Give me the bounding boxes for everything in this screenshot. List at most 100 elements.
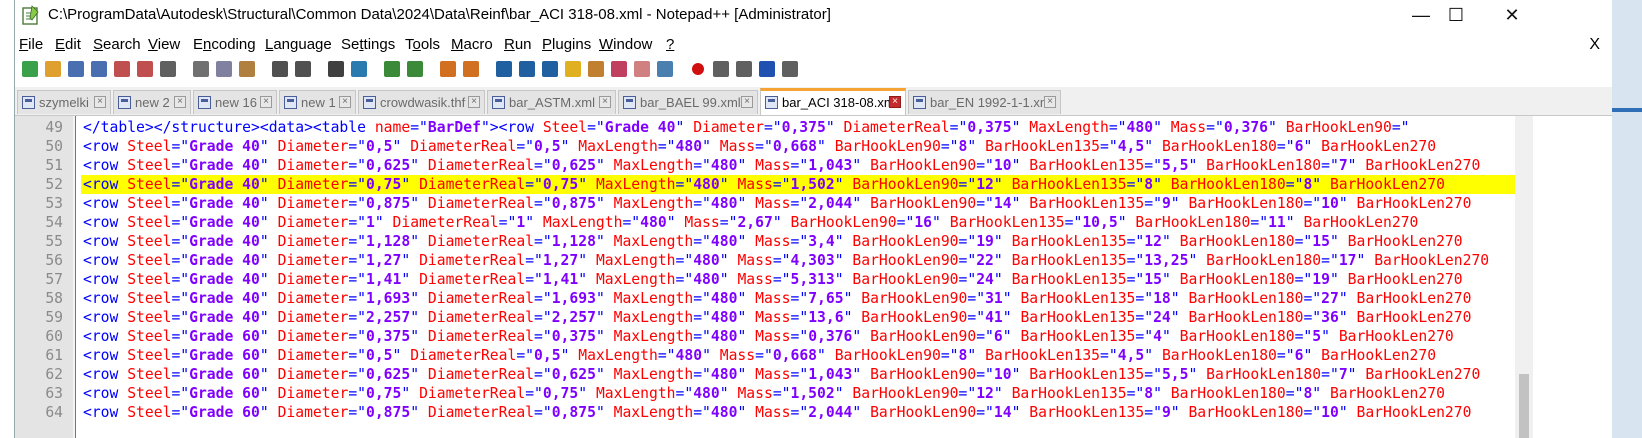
menu-view[interactable]: View <box>148 36 180 53</box>
menu-language[interactable]: Language <box>265 36 332 53</box>
tab-close-icon[interactable]: × <box>741 96 753 108</box>
record-macro-button[interactable] <box>688 59 708 79</box>
indent-guide-button[interactable] <box>540 59 560 79</box>
maximize-button[interactable]: ☐ <box>1433 0 1479 30</box>
menu-settings[interactable]: Settings <box>341 36 395 53</box>
folder-workspace-button[interactable] <box>632 59 652 79</box>
tab-close-icon[interactable]: × <box>174 96 186 108</box>
editor[interactable]: 49 </table></structure><data><table name=… <box>15 116 1612 438</box>
menu-search[interactable]: Search <box>93 36 141 53</box>
line-text[interactable]: <row Steel="Grade 40" Diameter="0,75" Di… <box>81 175 1517 194</box>
line-text[interactable]: <row Steel="Grade 40" Diameter="0,5" Dia… <box>81 137 1517 156</box>
line-text[interactable]: <row Steel="Grade 40" Diameter="0,625" D… <box>81 156 1517 175</box>
line-text[interactable]: <row Steel="Grade 40" Diameter="1,27" Di… <box>81 251 1517 270</box>
tab-bar-bael-99-xml[interactable]: bar_BAEL 99.xml × <box>618 90 758 114</box>
menu-edit[interactable]: Edit <box>55 36 81 53</box>
zoom-in-button[interactable] <box>382 59 402 79</box>
menu-encoding[interactable]: Encoding <box>193 36 256 53</box>
tab-close-icon[interactable]: × <box>339 96 351 108</box>
tab-crowdwasik-thf[interactable]: crowdwasik.thf × <box>358 90 485 114</box>
line-text[interactable]: <row Steel="Grade 60" Diameter="0,625" D… <box>81 365 1517 384</box>
menu-close-document-button[interactable]: X <box>1589 36 1600 54</box>
menu-tools[interactable]: Tools <box>405 36 440 53</box>
vertical-scrollbar[interactable] <box>1515 116 1533 438</box>
save-all-button[interactable] <box>89 59 109 79</box>
code-line[interactable]: 56 <row Steel="Grade 40" Diameter="1,27" … <box>15 251 1515 270</box>
save-macro-button[interactable] <box>780 59 800 79</box>
tab-new-2[interactable]: new 2 × <box>113 90 191 114</box>
line-text[interactable]: <row Steel="Grade 60" Diameter="0,875" D… <box>81 403 1517 422</box>
line-text[interactable]: <row Steel="Grade 40" Diameter="0,875" D… <box>81 194 1517 213</box>
zoom-out-button[interactable] <box>405 59 425 79</box>
paste-button[interactable] <box>237 59 257 79</box>
run-macro-multiple-button[interactable] <box>757 59 777 79</box>
monitoring-button[interactable] <box>655 59 675 79</box>
new-file-button[interactable] <box>20 59 40 79</box>
code-line[interactable]: 52 <row Steel="Grade 40" Diameter="0,75" … <box>15 175 1517 194</box>
code-line[interactable]: 60 <row Steel="Grade 60" Diameter="0,375"… <box>15 327 1515 346</box>
tab-bar-astm-xml[interactable]: bar_ASTM.xml × <box>487 90 616 114</box>
code-line[interactable]: 58 <row Steel="Grade 40" Diameter="1,693"… <box>15 289 1515 308</box>
line-text[interactable]: <row Steel="Grade 60" Diameter="0,75" Di… <box>81 384 1517 403</box>
tab-close-icon[interactable]: × <box>889 96 901 108</box>
tab-bar-aci-318-08-xml[interactable]: bar_ACI 318-08.xml × <box>760 88 906 115</box>
line-text[interactable]: <row Steel="Grade 40" Diameter="1" Diame… <box>81 213 1517 232</box>
code-line[interactable]: 57 <row Steel="Grade 40" Diameter="1,41" … <box>15 270 1515 289</box>
tab-close-icon[interactable]: × <box>260 96 272 108</box>
redo-button[interactable] <box>293 59 313 79</box>
sync-vertical-button[interactable] <box>438 59 458 79</box>
udl-button[interactable] <box>563 59 583 79</box>
code-line[interactable]: 61 <row Steel="Grade 60" Diameter="0,5" D… <box>15 346 1515 365</box>
undo-button[interactable] <box>270 59 290 79</box>
code-line[interactable]: 54 <row Steel="Grade 40" Diameter="1" Dia… <box>15 213 1515 232</box>
code-line[interactable]: 55 <row Steel="Grade 40" Diameter="1,128"… <box>15 232 1515 251</box>
tab-close-icon[interactable]: × <box>599 96 611 108</box>
stop-macro-button[interactable] <box>711 59 731 79</box>
code-line[interactable]: 49 </table></structure><data><table name=… <box>15 118 1515 137</box>
menu-file[interactable]: File <box>19 36 43 53</box>
copy-button[interactable] <box>214 59 234 79</box>
save-button[interactable] <box>66 59 86 79</box>
tab-new-1[interactable]: new 1 × <box>279 90 356 114</box>
code-line[interactable]: 63 <row Steel="Grade 60" Diameter="0,75" … <box>15 384 1515 403</box>
tab-new-16[interactable]: new 16 × <box>193 90 277 114</box>
code-line[interactable]: 51 <row Steel="Grade 40" Diameter="0,625"… <box>15 156 1515 175</box>
function-list-button[interactable] <box>609 59 629 79</box>
tab-szymelki[interactable]: szymelki × <box>17 90 111 114</box>
menu-macro[interactable]: Macro <box>451 36 493 53</box>
title-bar[interactable]: C:\ProgramData\Autodesk\Structural\Commo… <box>15 0 1612 30</box>
line-text[interactable]: <row Steel="Grade 40" Diameter="1,693" D… <box>81 289 1517 308</box>
line-text[interactable]: <row Steel="Grade 40" Diameter="2,257" D… <box>81 308 1517 327</box>
menu-window[interactable]: Window <box>599 36 652 53</box>
play-macro-button[interactable] <box>734 59 754 79</box>
doc-map-button[interactable] <box>586 59 606 79</box>
tab-close-icon[interactable]: × <box>1044 96 1056 108</box>
open-file-button[interactable] <box>43 59 63 79</box>
show-all-chars-button[interactable] <box>517 59 537 79</box>
line-text[interactable]: <row Steel="Grade 60" Diameter="0,375" D… <box>81 327 1517 346</box>
menu-plugins[interactable]: Plugins <box>542 36 591 53</box>
close-button[interactable] <box>112 59 132 79</box>
code-line[interactable]: 59 <row Steel="Grade 40" Diameter="2,257"… <box>15 308 1515 327</box>
code-line[interactable]: 64 <row Steel="Grade 60" Diameter="0,875"… <box>15 403 1515 422</box>
tab-close-icon[interactable]: × <box>94 96 106 108</box>
line-text[interactable]: </table></structure><data><table name="B… <box>81 118 1517 137</box>
line-text[interactable]: <row Steel="Grade 40" Diameter="1,41" Di… <box>81 270 1517 289</box>
find-button[interactable] <box>326 59 346 79</box>
menu-run[interactable]: Run <box>504 36 532 53</box>
word-wrap-button[interactable] <box>494 59 514 79</box>
scrollbar-thumb[interactable] <box>1519 374 1529 438</box>
tab-close-icon[interactable]: × <box>468 96 480 108</box>
close-all-button[interactable] <box>135 59 155 79</box>
tab-bar-en-1992-1-1-xml[interactable]: bar_EN 1992-1-1.xml × <box>908 90 1061 114</box>
code-line[interactable]: 50 <row Steel="Grade 40" Diameter="0,5" D… <box>15 137 1515 156</box>
code-line[interactable]: 53 <row Steel="Grade 40" Diameter="0,875"… <box>15 194 1515 213</box>
cut-button[interactable] <box>191 59 211 79</box>
line-text[interactable]: <row Steel="Grade 60" Diameter="0,5" Dia… <box>81 346 1517 365</box>
menu-help[interactable]: ? <box>666 36 674 53</box>
close-window-button[interactable]: ✕ <box>1489 0 1535 30</box>
replace-button[interactable] <box>349 59 369 79</box>
line-text[interactable]: <row Steel="Grade 40" Diameter="1,128" D… <box>81 232 1517 251</box>
print-button[interactable] <box>158 59 178 79</box>
sync-horizontal-button[interactable] <box>461 59 481 79</box>
